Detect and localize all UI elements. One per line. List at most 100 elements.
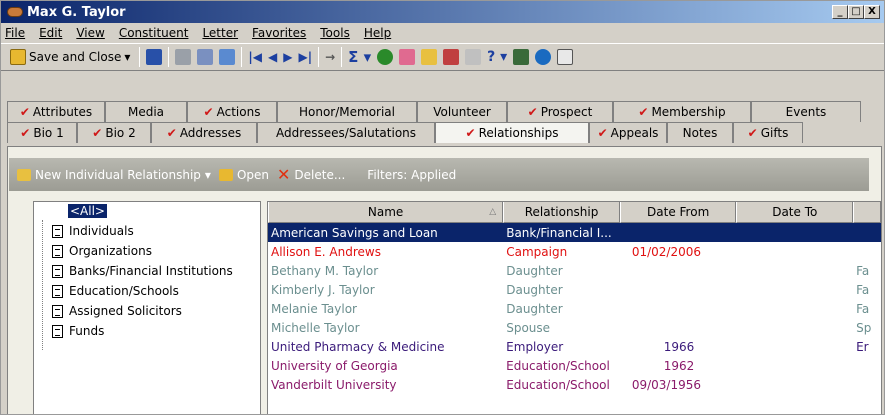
minimize-button[interactable]: _ xyxy=(832,5,848,19)
table-row[interactable]: University of Georgia Education/School 196… xyxy=(268,356,881,375)
tab-notes[interactable]: Notes xyxy=(667,122,733,143)
relationship-icon[interactable] xyxy=(399,49,416,65)
print-icon[interactable] xyxy=(175,49,192,65)
tab-label: Gifts xyxy=(760,126,789,140)
tree-item[interactable]: Assigned Solicitors xyxy=(52,304,182,318)
table-row[interactable]: Allison E. Andrews Campaign 01/02/2006 xyxy=(268,242,881,261)
tab-bio-2[interactable]: ✔ Bio 2 xyxy=(77,122,151,143)
tree-item-label: Organizations xyxy=(69,244,152,258)
tree-item-label: Banks/Financial Institutions xyxy=(69,264,233,278)
tab-gifts[interactable]: ✔ Gifts xyxy=(733,122,803,143)
cell-relationship: Spouse xyxy=(506,320,551,335)
check-icon: ✔ xyxy=(166,126,177,140)
tab-appeals[interactable]: ✔ Appeals xyxy=(589,122,667,143)
delete-button[interactable]: ✕ Delete... xyxy=(277,165,345,184)
grid-body: American Savings and Loan Bank/Financial … xyxy=(268,223,881,394)
notes-icon[interactable] xyxy=(557,49,574,65)
tree-item[interactable]: Organizations xyxy=(52,244,152,258)
app-icon xyxy=(7,7,23,17)
menu-view[interactable]: View xyxy=(76,26,104,40)
tab-label: Media xyxy=(127,105,165,119)
close-button[interactable]: X xyxy=(864,5,880,19)
window-controls: _ □ X xyxy=(832,5,880,19)
open-button[interactable]: Open xyxy=(218,167,270,182)
tab-actions[interactable]: ✔ Actions xyxy=(187,101,277,122)
help-icon[interactable]: ? ▾ xyxy=(487,49,507,65)
document-icon xyxy=(52,284,63,298)
filters-label: Filters: Applied xyxy=(367,167,457,182)
first-record-icon[interactable]: |◀ xyxy=(248,50,262,64)
filters-status[interactable]: Filters: Applied xyxy=(367,168,456,182)
menu-letter[interactable]: Letter xyxy=(202,26,238,40)
title-bar[interactable]: Max G. Taylor _ □ X xyxy=(1,1,884,23)
tree-item[interactable]: Banks/Financial Institutions xyxy=(52,264,233,278)
tab-volunteer[interactable]: Volunteer xyxy=(417,101,507,122)
tab-addressees-salutations[interactable]: Addressees/Salutations xyxy=(257,122,435,143)
open-folder-icon xyxy=(218,168,233,181)
new-icon xyxy=(17,168,31,181)
go-to-icon[interactable]: → xyxy=(325,50,335,64)
menu-favorites[interactable]: Favorites xyxy=(252,26,306,40)
save-icon[interactable] xyxy=(146,49,163,65)
column-header-name[interactable]: Name △ xyxy=(268,202,504,223)
menu-tools[interactable]: Tools xyxy=(320,26,350,40)
column-header-date-to[interactable]: Date To xyxy=(736,202,854,223)
mail-icon[interactable] xyxy=(465,49,482,65)
check-icon: ✔ xyxy=(20,126,31,140)
column-header-extra[interactable] xyxy=(853,202,881,223)
tree-icon[interactable] xyxy=(377,49,394,65)
next-record-icon[interactable]: ▶ xyxy=(283,50,292,64)
cell-from: 09/03/1956 xyxy=(631,377,701,392)
table-row[interactable]: Michelle Taylor Spouse Sp xyxy=(268,318,881,337)
folder-icon[interactable] xyxy=(421,49,438,65)
tree-item[interactable]: Individuals xyxy=(52,224,134,238)
export-icon[interactable] xyxy=(219,49,236,65)
preview-icon[interactable] xyxy=(197,49,214,65)
menu-help[interactable]: Help xyxy=(364,26,391,40)
table-row[interactable]: United Pharmacy & Medicine Employer 1966 Er xyxy=(268,337,881,356)
tab-addresses[interactable]: ✔ Addresses xyxy=(151,122,257,143)
cell-name: Michelle Taylor xyxy=(271,320,360,335)
tab-bio-1[interactable]: ✔ Bio 1 xyxy=(7,122,77,143)
menu-constituent[interactable]: Constituent xyxy=(119,26,189,40)
previous-record-icon[interactable]: ◀ xyxy=(268,50,277,64)
tree-root[interactable]: <All> xyxy=(68,204,107,218)
table-row[interactable]: Kimberly J. Taylor Daughter Fa xyxy=(268,280,881,299)
column-header-date-from[interactable]: Date From xyxy=(619,202,737,223)
tab-row-2: ✔ Bio 1 ✔ Bio 2 ✔ Addresses Addressees/Salutat… xyxy=(1,122,884,143)
open-label: Open xyxy=(236,167,270,182)
last-record-icon[interactable]: ▶| xyxy=(298,50,312,64)
tab-media[interactable]: Media xyxy=(105,101,187,122)
summary-icon[interactable]: Σ ▾ xyxy=(348,48,371,66)
tab-relationships[interactable]: ✔ Relationships xyxy=(435,122,589,143)
cell-relationship: Bank/Financial I... xyxy=(506,225,612,240)
tab-attributes[interactable]: ✔ Attributes xyxy=(7,101,105,122)
menu-edit[interactable]: Edit xyxy=(39,26,62,40)
save-close-button[interactable]: Save and Close ▾ xyxy=(7,48,133,66)
tree-item-label: Funds xyxy=(69,324,105,338)
toolbar: Save and Close ▾ |◀ ◀ ▶ ▶| → Σ ▾ ? ▾ xyxy=(1,43,884,71)
cell-relationship: Campaign xyxy=(506,244,568,259)
maximize-button[interactable]: □ xyxy=(848,5,864,19)
tab-events[interactable]: Events xyxy=(751,101,861,122)
table-row[interactable]: American Savings and Loan Bank/Financial … xyxy=(268,223,881,242)
column-header-relationship[interactable]: Relationship xyxy=(503,202,620,223)
document-icon xyxy=(52,264,63,278)
document-icon xyxy=(52,224,63,238)
new-relationship-button[interactable]: New Individual Relationship ▾ xyxy=(17,168,211,182)
table-row[interactable]: Bethany M. Taylor Daughter Fa xyxy=(268,261,881,280)
table-row[interactable]: Vanderbilt University Education/School 09/… xyxy=(268,375,881,394)
tree-item[interactable]: Education/Schools xyxy=(52,284,179,298)
tab-membership[interactable]: ✔ Membership xyxy=(613,101,751,122)
tab-prospect[interactable]: ✔ Prospect xyxy=(507,101,613,122)
web-icon[interactable] xyxy=(535,49,552,65)
tree-item[interactable]: Funds xyxy=(52,324,104,338)
table-row[interactable]: Melanie Taylor Daughter Fa xyxy=(268,299,881,318)
tools-icon[interactable] xyxy=(513,49,530,65)
menu-file[interactable]: File xyxy=(5,26,25,40)
cell-relationship: Education/School xyxy=(506,358,610,373)
tab-honor-memorial[interactable]: Honor/Memorial xyxy=(277,101,417,122)
chart-icon[interactable] xyxy=(443,49,460,65)
check-icon: ✔ xyxy=(92,126,103,140)
tab-label: Bio 2 xyxy=(105,126,136,140)
